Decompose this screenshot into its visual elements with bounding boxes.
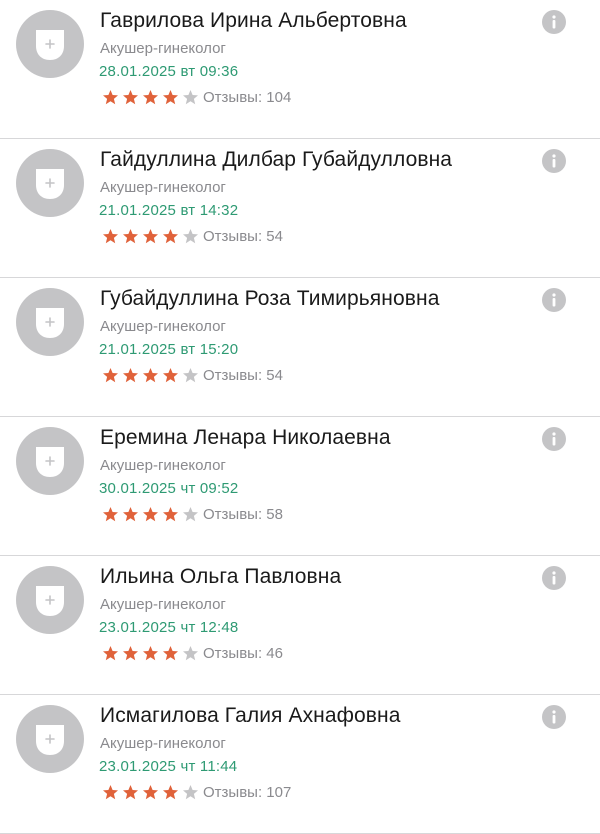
doctor-specialty: Акушер-гинеколог	[100, 596, 226, 613]
star-empty-icon	[183, 89, 198, 104]
star-filled-icon	[123, 645, 138, 660]
next-appointment-slot: 21.01.2025 вт 15:20	[99, 341, 239, 358]
info-icon[interactable]	[542, 705, 566, 729]
star-filled-icon	[103, 784, 118, 799]
star-filled-icon	[123, 228, 138, 243]
next-appointment-slot: 28.01.2025 вт 09:36	[99, 63, 239, 80]
star-filled-icon	[103, 367, 118, 382]
person-placeholder-icon	[16, 288, 84, 356]
reviews-count: Отзывы: 54	[203, 227, 283, 245]
star-empty-icon	[183, 367, 198, 382]
doctor-name: Ильина Ольга Павловна	[100, 565, 342, 588]
star-empty-icon	[183, 506, 198, 521]
star-filled-icon	[123, 89, 138, 104]
star-filled-icon	[163, 784, 178, 799]
info-icon[interactable]	[542, 10, 566, 34]
doctor-list-item[interactable]: Ильина Ольга Павловна Акушер-гинеколог 2…	[0, 556, 600, 695]
doctor-specialty: Акушер-гинеколог	[100, 40, 226, 57]
doctor-name: Гайдуллина Дилбар Губайдулловна	[100, 148, 453, 171]
star-filled-icon	[143, 506, 158, 521]
star-filled-icon	[123, 784, 138, 799]
star-filled-icon	[143, 89, 158, 104]
person-placeholder-icon	[16, 566, 84, 634]
doctor-rating: Отзывы: 107	[102, 782, 291, 802]
next-appointment-slot: 23.01.2025 чт 11:44	[99, 758, 238, 775]
doctor-list-item[interactable]: Гайдуллина Дилбар Губайдулловна Акушер-г…	[0, 139, 600, 278]
star-filled-icon	[163, 506, 178, 521]
doctor-rating: Отзывы: 58	[102, 504, 283, 524]
doctor-name: Губайдуллина Роза Тимирьяновна	[100, 287, 440, 310]
reviews-count: Отзывы: 58	[203, 505, 283, 523]
star-empty-icon	[183, 645, 198, 660]
doctor-specialty: Акушер-гинеколог	[100, 318, 226, 335]
star-filled-icon	[163, 367, 178, 382]
doctor-rating: Отзывы: 54	[102, 226, 283, 246]
doctor-specialty: Акушер-гинеколог	[100, 179, 226, 196]
star-filled-icon	[163, 645, 178, 660]
person-placeholder-icon	[16, 427, 84, 495]
reviews-count: Отзывы: 54	[203, 366, 283, 384]
doctor-list-item[interactable]: Гаврилова Ирина Альбертовна Акушер-гинек…	[0, 0, 600, 139]
person-placeholder-icon	[16, 149, 84, 217]
star-filled-icon	[163, 89, 178, 104]
info-icon[interactable]	[542, 288, 566, 312]
doctor-rating: Отзывы: 46	[102, 643, 283, 663]
doctor-list: Гаврилова Ирина Альбертовна Акушер-гинек…	[0, 0, 600, 834]
star-filled-icon	[163, 228, 178, 243]
star-filled-icon	[103, 89, 118, 104]
reviews-count: Отзывы: 46	[203, 644, 283, 662]
doctor-specialty: Акушер-гинеколог	[100, 457, 226, 474]
person-placeholder-icon	[16, 10, 84, 78]
star-filled-icon	[103, 645, 118, 660]
star-filled-icon	[103, 228, 118, 243]
next-appointment-slot: 30.01.2025 чт 09:52	[99, 480, 239, 497]
star-filled-icon	[143, 645, 158, 660]
star-empty-icon	[183, 784, 198, 799]
doctor-name: Еремина Ленара Николаевна	[100, 426, 391, 449]
reviews-count: Отзывы: 104	[203, 88, 292, 106]
doctor-rating: Отзывы: 54	[102, 365, 283, 385]
next-appointment-slot: 23.01.2025 чт 12:48	[99, 619, 239, 636]
doctor-list-item[interactable]: Еремина Ленара Николаевна Акушер-гинекол…	[0, 417, 600, 556]
doctor-rating: Отзывы: 104	[102, 87, 291, 107]
person-placeholder-icon	[16, 705, 84, 773]
next-appointment-slot: 21.01.2025 вт 14:32	[99, 202, 239, 219]
doctor-name: Гаврилова Ирина Альбертовна	[100, 9, 407, 32]
doctor-list-item[interactable]: Губайдуллина Роза Тимирьяновна Акушер-ги…	[0, 278, 600, 417]
info-icon[interactable]	[542, 149, 566, 173]
star-filled-icon	[123, 367, 138, 382]
doctor-list-item[interactable]: Исмагилова Галия Ахнафовна Акушер-гинеко…	[0, 695, 600, 834]
reviews-count: Отзывы: 107	[203, 783, 292, 801]
info-icon[interactable]	[542, 427, 566, 451]
star-filled-icon	[123, 506, 138, 521]
star-filled-icon	[143, 367, 158, 382]
star-filled-icon	[143, 784, 158, 799]
info-icon[interactable]	[542, 566, 566, 590]
doctor-name: Исмагилова Галия Ахнафовна	[100, 704, 401, 727]
star-empty-icon	[183, 228, 198, 243]
star-filled-icon	[143, 228, 158, 243]
doctor-specialty: Акушер-гинеколог	[100, 735, 226, 752]
star-filled-icon	[103, 506, 118, 521]
